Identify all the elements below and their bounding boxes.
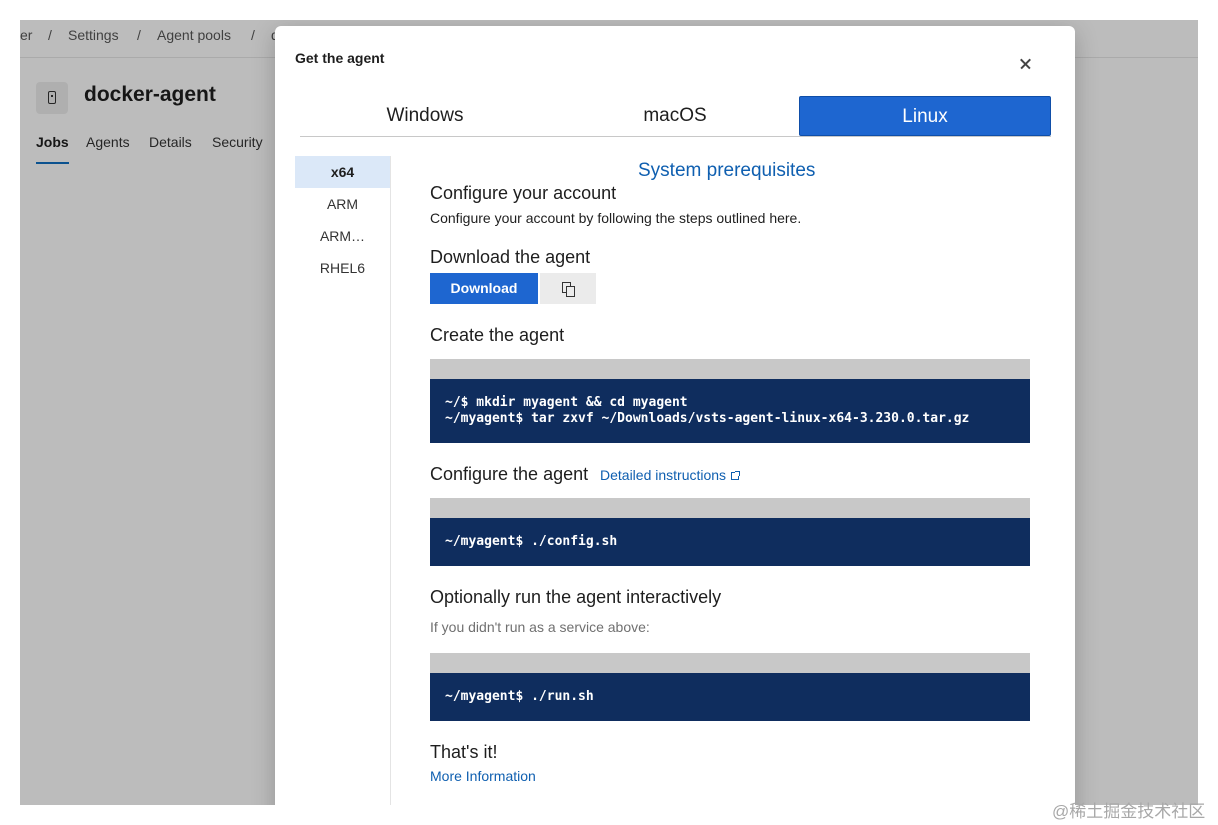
tab-windows[interactable]: Windows xyxy=(300,96,550,136)
external-link-icon xyxy=(731,471,741,480)
run-agent-code-block[interactable]: ~/myagent$ ./run.sh xyxy=(430,653,1030,721)
close-icon[interactable] xyxy=(1013,50,1041,78)
architecture-list: x64 ARM ARM… RHEL6 xyxy=(295,156,391,805)
copy-link-button[interactable] xyxy=(540,273,596,304)
arch-item-x64[interactable]: x64 xyxy=(295,156,390,188)
code-line: ~/myagent$ ./config.sh xyxy=(430,518,1030,566)
configure-agent-heading: Configure the agent xyxy=(430,464,589,484)
done-heading: That's it! xyxy=(430,742,498,762)
more-information-link[interactable]: More Information xyxy=(430,768,536,784)
system-prerequisites-link[interactable]: System prerequisites xyxy=(638,160,815,182)
code-line: ~/$ mkdir myagent && cd myagent xyxy=(445,395,688,410)
configure-agent-code-block[interactable]: ~/myagent$ ./config.sh xyxy=(430,498,1030,566)
dialog-title: Get the agent xyxy=(295,50,385,66)
run-agent-heading: Optionally run the agent interactively xyxy=(430,587,722,607)
code-block-toolbar xyxy=(430,498,1030,518)
run-agent-text: If you didn't run as a service above: xyxy=(430,619,650,635)
window-frame: er / Settings / Agent pools / d docker-a… xyxy=(20,20,1198,805)
get-agent-dialog: Get the agent Windows macOS Linux x64 AR… xyxy=(275,26,1075,805)
download-button[interactable]: Download xyxy=(430,273,538,304)
arch-item-rhel6[interactable]: RHEL6 xyxy=(295,252,390,284)
create-agent-code-block[interactable]: ~/$ mkdir myagent && cd myagent ~/myagent… xyxy=(430,359,1030,443)
code-line: ~/myagent$ tar zxvf ~/Downloads/vsts-age… xyxy=(445,411,970,426)
tab-linux[interactable]: Linux xyxy=(799,96,1051,136)
code-content: ~/$ mkdir myagent && cd myagent ~/myagent… xyxy=(430,379,1030,443)
code-block-toolbar xyxy=(430,359,1030,379)
arch-item-arm-truncated[interactable]: ARM… xyxy=(295,220,390,252)
arch-item-arm[interactable]: ARM xyxy=(295,188,390,220)
configure-account-heading: Configure your account xyxy=(430,183,617,203)
download-heading: Download the agent xyxy=(430,247,591,267)
create-agent-heading: Create the agent xyxy=(430,325,565,345)
detailed-instructions-link[interactable]: Detailed instructions xyxy=(600,467,741,483)
tab-macos[interactable]: macOS xyxy=(550,96,800,136)
watermark: @稀土掘金技术社区 xyxy=(1052,802,1206,821)
detailed-instructions-label: Detailed instructions xyxy=(600,467,727,483)
configure-account-text: Configure your account by following the … xyxy=(430,210,802,226)
code-line: ~/myagent$ ./run.sh xyxy=(430,673,1030,721)
code-block-toolbar xyxy=(430,653,1030,673)
os-tabs: Windows macOS Linux xyxy=(300,96,1051,137)
